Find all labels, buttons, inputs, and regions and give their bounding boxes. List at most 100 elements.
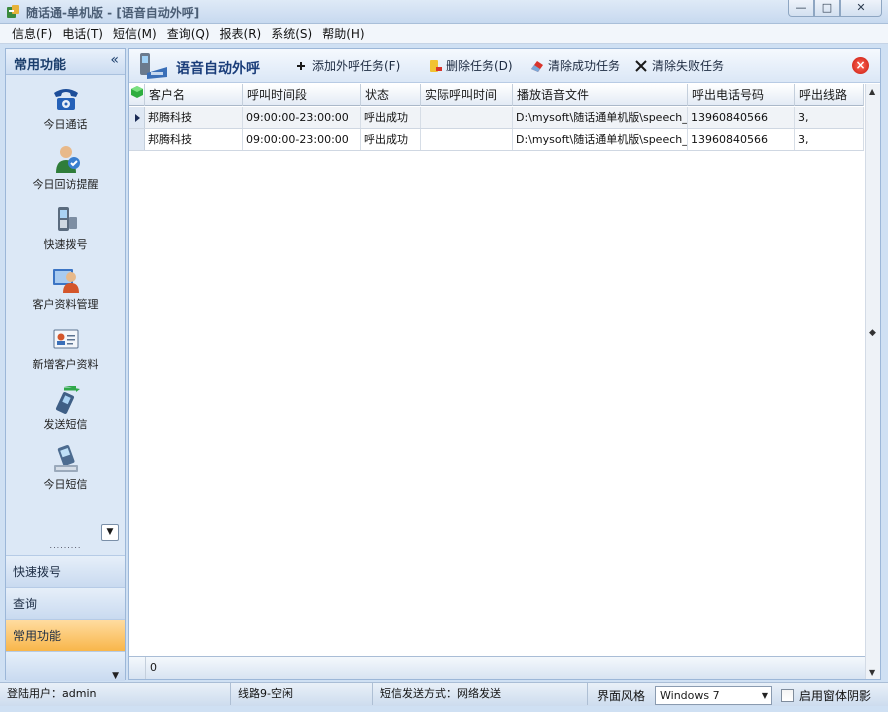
cell-voice-file[interactable]: D:\mysoft\随话通单机版\speech_ — [513, 107, 688, 128]
x-icon — [633, 58, 649, 74]
sidebar-item-new-customer[interactable]: 新增客户资料 — [6, 319, 125, 379]
clear-success-tasks-button[interactable]: 清除成功任务 — [529, 58, 620, 74]
status-logged-in-user: 登陆用户：admin — [0, 683, 231, 705]
nav-overflow-menu[interactable]: ▼ — [6, 651, 125, 681]
cell-line[interactable]: 3, — [795, 107, 864, 128]
close-panel-icon[interactable]: × — [852, 57, 869, 74]
sidebar-item-label: 发送短信 — [43, 418, 88, 431]
row-indicator[interactable] — [129, 129, 145, 150]
cell-phone-number[interactable]: 13960840566 — [688, 129, 795, 150]
menu-phone[interactable]: 电话(T) — [57, 24, 108, 44]
voice-call-phone-icon — [140, 53, 167, 79]
column-header-voice-file[interactable]: 播放语音文件 — [513, 84, 688, 106]
sidebar-item-send-sms[interactable]: 发送短信 — [6, 379, 125, 439]
clear-failed-tasks-label: 清除失败任务 — [652, 59, 725, 73]
grid-header-row: 客户名 呼叫时间段 状态 实际呼叫时间 播放语音文件 呼出电话号码 呼出线路 — [129, 84, 864, 106]
scroll-down-icon[interactable]: ▼ — [869, 668, 875, 677]
task-grid: 客户名 呼叫时间段 状态 实际呼叫时间 播放语音文件 呼出电话号码 呼出线路 邦… — [129, 84, 865, 656]
grid-footer: 0 — [129, 656, 865, 679]
cell-status[interactable]: 呼出成功 — [361, 129, 421, 150]
cell-customer[interactable]: 邦腾科技 — [145, 129, 243, 150]
sidebar-item-callback-reminder[interactable]: 今日回访提醒 — [6, 139, 125, 199]
table-row[interactable]: 邦腾科技 09:00:00-23:00:00 呼出成功 D:\mysoft\随话… — [129, 129, 864, 151]
cell-actual-call-time[interactable] — [421, 129, 513, 150]
sidebar-item-label: 今日通话 — [43, 118, 88, 131]
delete-task-button[interactable]: 删除任务(D) — [427, 58, 513, 74]
cell-line[interactable]: 3, — [795, 129, 864, 150]
ui-style-select[interactable]: Windows 7 ▼ — [655, 686, 772, 705]
title-bar: 随话通-单机版 - [语音自动外呼] — □ ✕ — [0, 0, 888, 24]
sidebar-item-quick-dial[interactable]: 快速拨号 — [6, 199, 125, 259]
column-header-phone-number[interactable]: 呼出电话号码 — [688, 84, 795, 106]
clear-success-tasks-label: 清除成功任务 — [548, 59, 621, 73]
column-header-call-period[interactable]: 呼叫时间段 — [243, 84, 361, 106]
callback-reminder-icon — [56, 146, 80, 173]
row-indicator[interactable] — [129, 107, 145, 128]
menu-system[interactable]: 系统(S) — [266, 24, 317, 44]
nav-query[interactable]: 查询 — [6, 587, 125, 619]
sidebar-item-label: 今日回访提醒 — [32, 178, 99, 191]
minimize-button[interactable]: — — [788, 0, 814, 17]
panel-title: 语音自动外呼 — [176, 61, 260, 77]
column-header-line[interactable]: 呼出线路 — [795, 84, 864, 106]
window-shadow-label: 启用窗体阴影 — [799, 689, 872, 703]
mobile-phone-icon — [58, 207, 77, 231]
cell-phone-number[interactable]: 13960840566 — [688, 107, 795, 128]
cell-voice-file[interactable]: D:\mysoft\随话通单机版\speech_ — [513, 129, 688, 150]
sidebar-item-label: 今日短信 — [43, 478, 88, 491]
clear-failed-tasks-button[interactable]: 清除失败任务 — [633, 58, 724, 74]
voice-outbound-panel: 语音自动外呼 添加外呼任务(F) 删除任务(D) 清除成功任务 清除失败任务 ×… — [128, 48, 881, 680]
menu-info[interactable]: 信息(F) — [7, 24, 57, 44]
nav-common-functions[interactable]: 常用功能 — [6, 619, 125, 651]
window-title: 随话通-单机版 - [语音自动外呼] — [26, 6, 200, 20]
sidebar-item-today-calls[interactable]: 今日通话 — [6, 79, 125, 139]
status-sms-mode: 短信发送方式：网络发送 — [373, 683, 588, 705]
sidebar-scroll-down-button[interactable]: ▼ — [101, 524, 119, 541]
add-outbound-task-label: 添加外呼任务(F) — [312, 59, 401, 73]
column-header-status[interactable]: 状态 — [361, 84, 421, 106]
maximize-button[interactable]: □ — [814, 0, 840, 17]
add-outbound-task-button[interactable]: 添加外呼任务(F) — [293, 58, 400, 74]
grid-vertical-scrollbar[interactable]: ▲ ◆ ▼ — [865, 84, 880, 679]
column-header-actual-call-time[interactable]: 实际呼叫时间 — [421, 84, 513, 106]
status-bar: 登陆用户：admin 线路9-空闲 短信发送方式：网络发送 界面风格 Windo… — [0, 682, 888, 706]
plus-icon — [293, 58, 309, 74]
sidebar-item-label: 新增客户资料 — [32, 358, 99, 371]
scroll-up-icon[interactable]: ▲ — [869, 87, 875, 96]
cell-customer[interactable]: 邦腾科技 — [145, 107, 243, 128]
send-sms-icon — [55, 386, 80, 414]
telephone-icon — [54, 89, 78, 110]
customer-management-icon — [53, 269, 79, 293]
cell-actual-call-time[interactable] — [421, 107, 513, 128]
ui-style-value: Windows 7 — [660, 689, 720, 702]
close-window-button[interactable]: ✕ — [840, 0, 882, 17]
sidebar-item-label: 客户资料管理 — [32, 298, 99, 311]
menu-query[interactable]: 查询(Q) — [162, 24, 215, 44]
cell-status[interactable]: 呼出成功 — [361, 107, 421, 128]
sidebar-items: 今日通话 今日回访提醒 快速拨号 客户资料管理 新增客户资料 发送短信 今日短信 — [6, 79, 125, 499]
app-logo-icon — [7, 5, 19, 18]
status-line-state: 线路9-空闲 — [231, 683, 373, 705]
sidebar-splitter-handle[interactable]: ......... — [6, 542, 125, 550]
cell-call-period[interactable]: 09:00:00-23:00:00 — [243, 107, 361, 128]
contact-card-icon — [53, 329, 79, 349]
current-row-arrow-icon — [135, 114, 140, 122]
column-header-customer[interactable]: 客户名 — [145, 84, 243, 106]
sidebar-item-customer-management[interactable]: 客户资料管理 — [6, 259, 125, 319]
nav-quick-dial[interactable]: 快速拨号 — [6, 555, 125, 587]
toolbar: 语音自动外呼 添加外呼任务(F) 删除任务(D) 清除成功任务 清除失败任务 × — [129, 49, 880, 83]
sidebar-header: 常用功能 « — [6, 49, 125, 75]
window-shadow-checkbox[interactable] — [781, 689, 794, 702]
eraser-icon — [529, 58, 545, 74]
menu-sms[interactable]: 短信(M) — [108, 24, 162, 44]
menu-report[interactable]: 报表(R) — [215, 24, 267, 44]
sidebar-item-today-sms[interactable]: 今日短信 — [6, 439, 125, 499]
grid-corner — [129, 84, 145, 106]
delete-task-label: 删除任务(D) — [446, 59, 513, 73]
menu-help[interactable]: 帮助(H) — [317, 24, 369, 44]
sidebar: 常用功能 « 今日通话 今日回访提醒 快速拨号 客户资料管理 新增客户资料 发送… — [5, 48, 126, 681]
cell-call-period[interactable]: 09:00:00-23:00:00 — [243, 129, 361, 150]
table-row[interactable]: 邦腾科技 09:00:00-23:00:00 呼出成功 D:\mysoft\随话… — [129, 107, 864, 129]
scroll-thumb-grip-icon[interactable]: ◆ — [869, 328, 876, 338]
collapse-sidebar-icon[interactable]: « — [110, 52, 119, 68]
